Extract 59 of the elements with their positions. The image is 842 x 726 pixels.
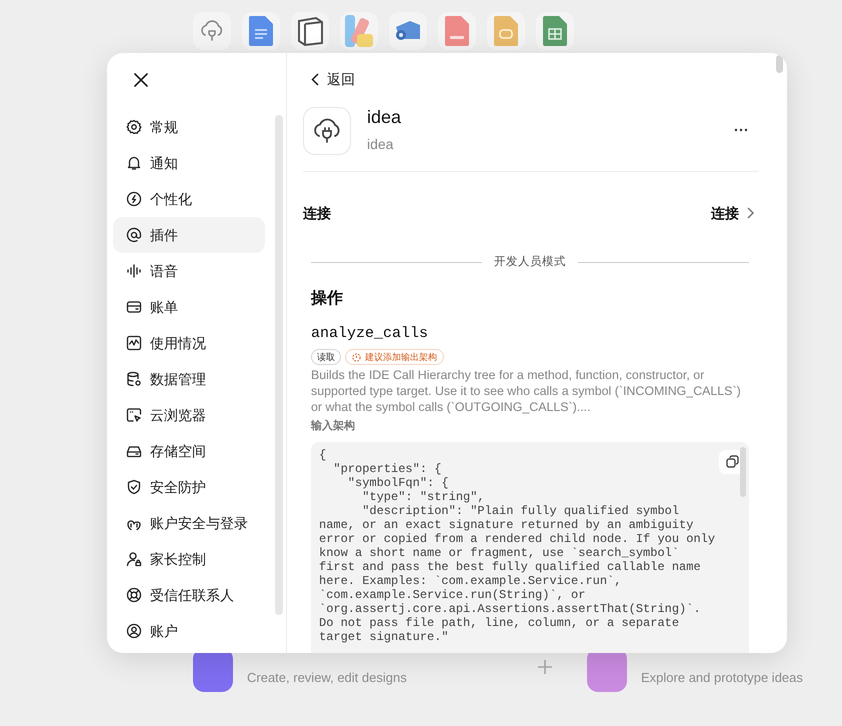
sidebar-item[interactable]: 语音 xyxy=(113,253,265,289)
sidebar-item[interactable]: 使用情况 xyxy=(113,325,265,361)
section-divider-label: 开发人员模式 xyxy=(494,254,566,270)
back-link[interactable]: 返回 xyxy=(311,67,758,91)
user-circle-icon xyxy=(126,623,142,639)
sidebar-item[interactable]: 账户 xyxy=(113,613,265,649)
gear-icon xyxy=(126,119,142,135)
chevron-left-icon xyxy=(311,72,319,86)
schema-code: { "properties": { "symbolFqn": { "type": "string", "description": "Plain fully qualified symbol name, or an exact signature returned by an ambiguity error or copied from a rendered child node. If you only know a short name or fragment, use `search_symbol` first and pass the best fully qualified callable name here. Examples: `com.example.Service.run`, `com.example.Service.run(String)`, or `org.assertj.core.api.Assertions.assertThat(String)`. Do not pass file path, line, column, or a separate target signature." xyxy=(319,448,716,644)
action-name: analyze_calls xyxy=(311,325,430,344)
connection-link[interactable]: 连接 xyxy=(711,202,754,224)
fan-icon[interactable] xyxy=(340,12,378,50)
plugin-icon xyxy=(303,106,351,154)
sidebar-item[interactable]: 安全防护 xyxy=(113,469,265,505)
database-icon xyxy=(126,371,142,387)
envelope-icon[interactable] xyxy=(389,12,427,50)
section-heading: 操作 xyxy=(311,288,344,310)
sidebar-item[interactable]: 受信任联系人 xyxy=(113,577,265,613)
scrollbar[interactable] xyxy=(740,446,746,497)
sidebar-item[interactable]: 个性化 xyxy=(113,181,265,217)
browser-cursor-icon xyxy=(126,407,142,423)
user-lock-icon xyxy=(126,551,142,567)
voice-bars-icon xyxy=(126,263,142,279)
folder-icon[interactable] xyxy=(487,12,525,50)
sidebar-item[interactable]: 账户安全与登录 xyxy=(113,505,265,541)
sidebar-item[interactable]: 云浏览器 xyxy=(113,397,265,433)
close-icon[interactable] xyxy=(134,73,148,87)
bell-icon xyxy=(126,155,142,171)
connection-label: 连接 xyxy=(303,204,331,222)
at-sign-icon xyxy=(126,227,142,243)
shield-icon xyxy=(126,479,142,495)
card-icon xyxy=(126,299,142,315)
scrollbar[interactable] xyxy=(776,55,783,73)
dashed-circle-icon xyxy=(352,352,361,362)
scrollbar[interactable] xyxy=(275,115,283,615)
spreadsheet-icon[interactable] xyxy=(536,12,574,50)
document-icon[interactable] xyxy=(242,12,280,50)
cube-icon[interactable] xyxy=(291,12,329,50)
tag: 读取 xyxy=(311,349,341,366)
sidebar-item[interactable]: 存储空间 xyxy=(113,433,265,469)
schema-label: 输入架构 xyxy=(311,418,356,434)
copy-icon xyxy=(726,455,738,468)
plugin-title: idea xyxy=(367,106,402,128)
action-description: Builds the IDE Call Hierarchy tree for a method, function, constructor, or supported type target. Use it to see who calls a symbol (`INCOMING_CALLS`) or what the symbol calls (`OUTGOING_CALLS`).... xyxy=(311,367,742,416)
sidebar-item[interactable]: 通知 xyxy=(113,145,265,181)
plugin-subtitle: idea xyxy=(367,135,394,154)
pdf-file-icon[interactable] xyxy=(438,12,476,50)
chart-icon xyxy=(126,335,142,351)
sidebar-item[interactable]: 数据管理 xyxy=(113,361,265,397)
chevron-right-icon xyxy=(747,207,754,219)
sidebar-item[interactable]: 账单 xyxy=(113,289,265,325)
app-description: Create, review, edit designs xyxy=(247,669,407,687)
lifebuoy-icon xyxy=(126,587,142,603)
sidebar-item[interactable]: 常规 xyxy=(113,109,265,145)
cloud-plug-icon[interactable] xyxy=(193,12,231,50)
warning-tag: 建议添加输出架构 xyxy=(345,349,444,366)
sidebar-item[interactable]: 插件 xyxy=(113,217,265,253)
sidebar-item[interactable]: 家长控制 xyxy=(113,541,265,577)
app-description: Explore and prototype ideas xyxy=(641,669,803,687)
